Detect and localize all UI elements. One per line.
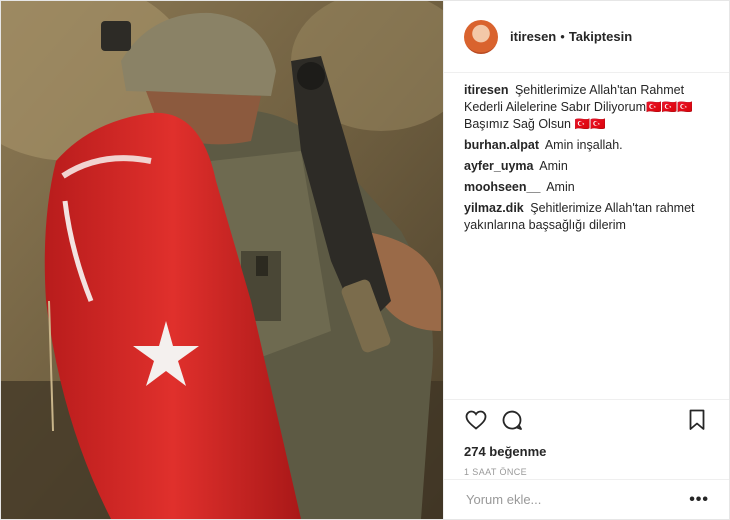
comment-item: ayfer_uyma Amin (464, 158, 709, 175)
bookmark-icon[interactable] (685, 408, 709, 432)
caption: itiresen Şehitlerimize Allah'tan Rahmet … (464, 82, 709, 133)
comment-input[interactable] (464, 491, 690, 508)
more-options-button[interactable]: ••• (689, 491, 709, 509)
comment-text: Amin (539, 159, 568, 173)
action-icons (464, 408, 709, 432)
comment-text: Amin (546, 180, 575, 194)
avatar[interactable] (464, 19, 498, 54)
instagram-post: itiresen • Takiptesin itiresen Şehitleri… (0, 0, 730, 520)
post-timestamp[interactable]: 1 SAAT ÖNCE (464, 467, 709, 477)
comment-username[interactable]: yilmaz.dik (464, 201, 524, 215)
follow-status-button[interactable]: Takiptesin (569, 29, 632, 44)
soldier-with-turkish-flag-photo (1, 1, 443, 519)
like-count[interactable]: 274 beğenme (464, 444, 709, 459)
post-author-username[interactable]: itiresen (510, 29, 556, 44)
header-separator: • (560, 29, 565, 44)
add-comment-bar: ••• (444, 479, 729, 519)
heart-icon[interactable] (464, 408, 488, 432)
comment-bubble-icon[interactable] (500, 408, 524, 432)
post-sidebar: itiresen • Takiptesin itiresen Şehitleri… (443, 1, 729, 519)
comment-text: Amin inşallah. (544, 138, 623, 152)
caption-username[interactable]: itiresen (464, 83, 508, 97)
post-header: itiresen • Takiptesin (444, 1, 729, 73)
comment-username[interactable]: ayfer_uyma (464, 159, 534, 173)
post-actions: 274 beğenme 1 SAAT ÖNCE (444, 399, 729, 477)
comments-list: itiresen Şehitlerimize Allah'tan Rahmet … (444, 73, 729, 234)
comment-username[interactable]: burhan.alpat (464, 138, 539, 152)
post-photo[interactable] (1, 1, 443, 519)
comment-item: burhan.alpat Amin inşallah. (464, 137, 709, 154)
comment-item: moohseen__ Amin (464, 179, 709, 196)
comment-item: yilmaz.dik Şehitlerimize Allah'tan rahme… (464, 200, 709, 234)
comment-username[interactable]: moohseen__ (464, 180, 540, 194)
